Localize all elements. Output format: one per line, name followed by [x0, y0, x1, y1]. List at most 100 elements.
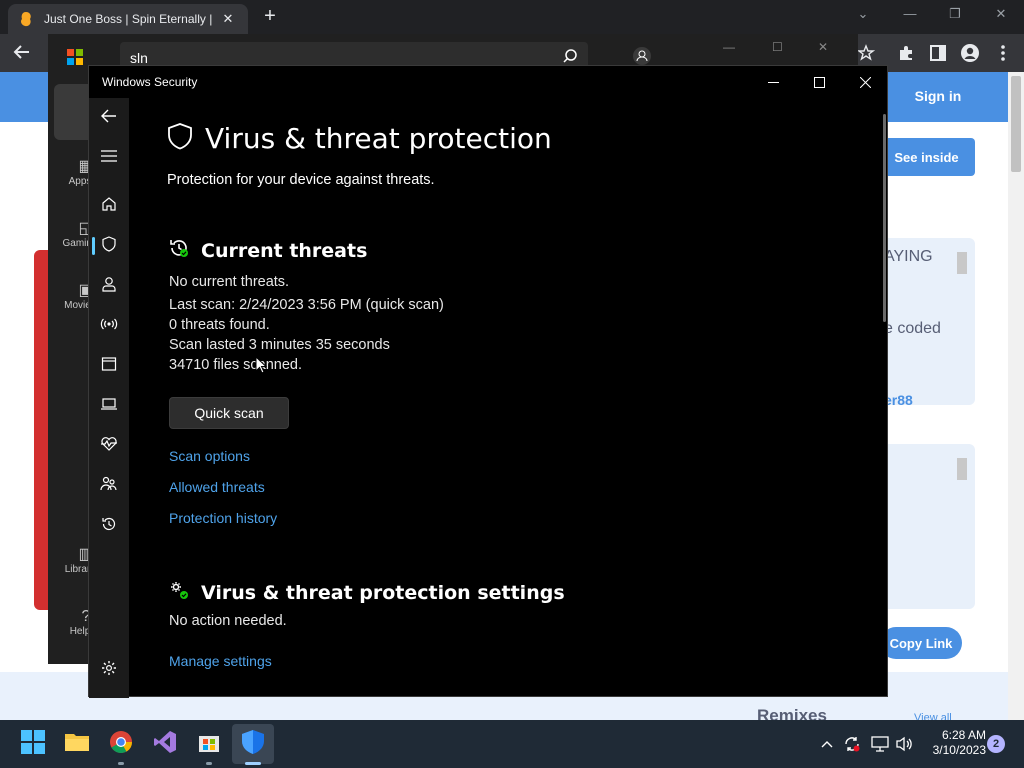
menu-button[interactable] — [89, 142, 129, 174]
nav-account-protection[interactable] — [89, 270, 129, 302]
threat-status: No current threats. — [169, 274, 290, 290]
scratch-favicon-icon — [18, 11, 34, 27]
side-panel-icon[interactable] — [927, 42, 949, 64]
tab-title: Just One Boss | Spin Eternally | Cr — [44, 12, 214, 26]
see-inside-button[interactable]: See inside — [878, 138, 975, 176]
restore-icon[interactable]: ❐ — [940, 6, 970, 22]
nav-virus-threat-protection[interactable] — [89, 230, 129, 262]
security-shield-icon — [241, 729, 265, 760]
windows-logo-icon — [21, 729, 45, 759]
file-explorer-button[interactable] — [61, 728, 93, 760]
close-button[interactable] — [842, 70, 888, 94]
family-icon — [100, 476, 118, 497]
panel-text: AYING — [884, 248, 933, 265]
nav-home[interactable] — [89, 190, 129, 222]
volume-icon[interactable] — [894, 734, 914, 754]
chrome-button[interactable] — [105, 728, 137, 760]
active-indicator — [245, 762, 261, 765]
nav-family-options[interactable] — [89, 470, 129, 502]
nav-firewall[interactable] — [89, 310, 129, 342]
nav-device-performance[interactable] — [89, 430, 129, 462]
network-icon[interactable] — [870, 734, 890, 754]
extensions-icon[interactable] — [895, 42, 917, 64]
start-button[interactable] — [17, 728, 49, 760]
quick-scan-button[interactable]: Quick scan — [169, 397, 289, 429]
active-indicator — [92, 237, 95, 255]
last-scan-info: Last scan: 2/24/2023 3:56 PM (quick scan… — [169, 297, 444, 313]
files-scanned: 34710 files scanned. — [169, 357, 303, 373]
manage-settings-link[interactable]: Manage settings — [169, 653, 272, 669]
clock-date: 3/10/2023 — [932, 743, 986, 757]
scan-duration: Scan lasted 3 minutes 35 seconds — [169, 337, 390, 353]
browser-tab[interactable]: Just One Boss | Spin Eternally | Cr ✕ — [8, 4, 248, 34]
visual-studio-button[interactable] — [149, 728, 181, 760]
back-arrow-icon[interactable] — [12, 42, 36, 66]
chevron-down-icon[interactable]: ⌄ — [848, 6, 878, 22]
microsoft-store-button[interactable] — [193, 728, 225, 760]
mouse-cursor-icon — [255, 355, 268, 379]
page-header: Virus & threat protection — [167, 122, 552, 155]
close-icon[interactable]: ✕ — [986, 6, 1016, 22]
chevron-up-icon[interactable] — [817, 734, 837, 754]
system-clock[interactable]: 6:28 AM 3/10/2023 — [916, 728, 986, 758]
bookmark-star-icon[interactable] — [855, 42, 877, 64]
page-scrollbar-thumb[interactable] — [1011, 76, 1021, 172]
notification-badge[interactable]: 2 — [987, 735, 1005, 753]
copy-link-button[interactable]: Copy Link — [880, 627, 962, 659]
app-window-icon — [101, 356, 117, 377]
running-indicator — [118, 762, 124, 765]
section-title: Current threats — [201, 239, 368, 262]
windows-security-button[interactable] — [237, 728, 269, 760]
title-bar[interactable]: Windows Security — [89, 66, 889, 98]
visual-studio-icon — [153, 730, 177, 759]
settings-status: No action needed. — [169, 613, 287, 629]
content-scrollbar[interactable] — [883, 114, 886, 322]
back-button[interactable] — [89, 102, 129, 134]
hamburger-menu-icon — [101, 149, 117, 168]
clock-time: 6:28 AM — [941, 728, 986, 742]
allowed-threats-link[interactable]: Allowed threats — [169, 479, 265, 495]
page-scrollbar[interactable] — [1008, 72, 1024, 720]
tab-close-icon[interactable]: ✕ — [220, 11, 236, 27]
nav-settings[interactable] — [89, 654, 129, 686]
maximize-button[interactable] — [796, 70, 842, 94]
gear-icon — [101, 660, 117, 681]
store-maximize-icon[interactable]: ☐ — [772, 40, 783, 54]
folder-icon — [64, 731, 90, 758]
profile-icon[interactable] — [959, 42, 981, 64]
panel-scrollbar[interactable] — [957, 458, 967, 480]
history-icon — [101, 516, 117, 537]
search-icon[interactable] — [562, 48, 580, 66]
panel-scrollbar[interactable] — [957, 252, 967, 274]
navigation-sidebar — [89, 98, 129, 698]
minimize-button[interactable] — [750, 70, 796, 94]
view-all-link[interactable]: View all — [914, 712, 952, 720]
sign-in-link[interactable]: Sign in — [886, 80, 990, 112]
store-close-icon[interactable]: ✕ — [818, 40, 828, 54]
nav-protection-history[interactable] — [89, 510, 129, 542]
store-banner-edge — [34, 250, 48, 610]
sync-status-icon[interactable] — [842, 734, 862, 754]
minimize-icon[interactable]: — — [895, 6, 925, 21]
shield-icon — [101, 235, 117, 257]
new-tab-button[interactable]: + — [258, 5, 282, 28]
scan-options-link[interactable]: Scan options — [169, 448, 250, 464]
back-arrow-icon — [100, 107, 118, 130]
main-content: Virus & threat protection Protection for… — [129, 98, 887, 696]
nav-device-security[interactable] — [89, 390, 129, 422]
settings-gears-icon — [169, 580, 189, 605]
page-title: Virus & threat protection — [205, 122, 552, 155]
protection-history-link[interactable]: Protection history — [169, 510, 277, 526]
nav-app-browser-control[interactable] — [89, 350, 129, 382]
more-options-icon[interactable] — [992, 42, 1014, 64]
heart-pulse-icon — [100, 436, 118, 457]
store-minimize-icon[interactable]: — — [723, 40, 735, 54]
window-title: Windows Security — [102, 75, 198, 89]
user-link[interactable]: er88 — [884, 392, 913, 408]
wireless-icon — [100, 316, 118, 337]
browser-tab-bar: Just One Boss | Spin Eternally | Cr ✕ + … — [0, 0, 1024, 34]
chrome-icon — [109, 730, 133, 759]
settings-header: Virus & threat protection settings — [169, 580, 565, 605]
running-indicator — [206, 762, 212, 765]
section-title: Virus & threat protection settings — [201, 581, 565, 604]
